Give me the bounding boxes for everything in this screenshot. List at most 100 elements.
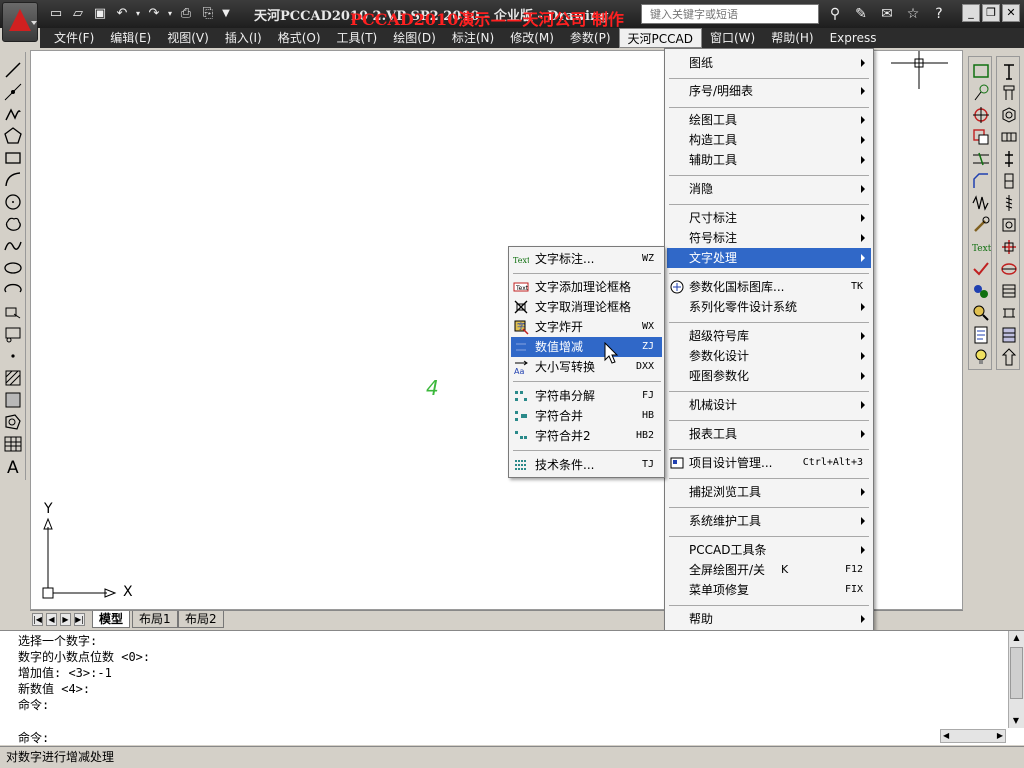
menu-item-case-convert[interactable]: Aa 大小写转换 DXX xyxy=(511,357,662,377)
scroll-left-icon[interactable]: ◀ xyxy=(943,730,949,742)
polygon-icon[interactable] xyxy=(3,126,23,146)
menu-item-auxiliary-tools[interactable]: 辅助工具 xyxy=(667,150,871,170)
menu-item-serial-part-design[interactable]: 系列化零件设计系统 xyxy=(667,297,871,317)
coupling-icon[interactable] xyxy=(999,325,1019,345)
plot-icon[interactable]: ⎙ xyxy=(176,5,196,23)
menu-item-construction-tools[interactable]: 构造工具 xyxy=(667,130,871,150)
menu-item-symbol-annotation[interactable]: 符号标注 xyxy=(667,228,871,248)
menu-item-project-management[interactable]: 项目设计管理... Ctrl+Alt+3 xyxy=(667,453,871,473)
menu-item-snap-browse-tools[interactable]: 捕捉浏览工具 xyxy=(667,482,871,502)
menu-format[interactable]: 格式(O) xyxy=(270,28,329,48)
menu-window[interactable]: 窗口(W) xyxy=(702,28,763,48)
menu-item-remove-theory-frame[interactable]: 文字取消理论框格 xyxy=(511,297,662,317)
help-question-icon[interactable]: ? xyxy=(928,3,950,25)
menu-item-drawing-sheet[interactable]: 图纸 xyxy=(667,53,871,73)
text-tool-icon[interactable]: Text xyxy=(971,237,992,257)
polyline-icon[interactable] xyxy=(3,104,23,124)
menu-item-fullscreen-toggle[interactable]: 全屏绘图开/关 K F12 xyxy=(667,560,871,580)
menu-item-drawing-tools[interactable]: 绘图工具 xyxy=(667,110,871,130)
multiline-text-icon[interactable]: A xyxy=(3,456,23,478)
menu-item-system-maintenance[interactable]: 系统维护工具 xyxy=(667,511,871,531)
menu-item-text-label[interactable]: Text 文字标注... WZ xyxy=(511,249,662,269)
menu-file[interactable]: 文件(F) xyxy=(46,28,102,48)
last-tab-icon[interactable]: ▶| xyxy=(74,613,85,626)
menu-item-report-tools[interactable]: 报表工具 xyxy=(667,424,871,444)
rivet-icon[interactable] xyxy=(999,61,1019,81)
menu-item-parametric-design[interactable]: 参数化设计 xyxy=(667,346,871,366)
key-icon[interactable] xyxy=(999,171,1019,191)
menu-item-balloon-bom[interactable]: 序号/明细表 xyxy=(667,81,871,101)
undo-dropdown-icon[interactable]: ▾ xyxy=(134,5,142,23)
menu-draw[interactable]: 绘图(D) xyxy=(385,28,444,48)
screw-icon[interactable] xyxy=(999,193,1019,213)
menu-item-parametric-library[interactable]: 参数化国标图库... TK xyxy=(667,277,871,297)
region-icon[interactable] xyxy=(3,412,23,432)
menu-item-add-theory-frame[interactable]: Text 文字添加理论框格 xyxy=(511,277,662,297)
undo-icon[interactable]: ↶ xyxy=(112,5,132,23)
communication-icon[interactable]: ✉ xyxy=(876,3,898,25)
table-icon[interactable] xyxy=(3,434,23,454)
make-block-icon[interactable] xyxy=(3,324,23,344)
rectangle-icon[interactable] xyxy=(3,148,23,168)
menu-edit[interactable]: 编辑(E) xyxy=(102,28,159,48)
menu-item-dimension[interactable]: 尺寸标注 xyxy=(667,208,871,228)
gradient-icon[interactable] xyxy=(3,390,23,410)
circle-icon[interactable] xyxy=(3,192,23,212)
bolt-icon[interactable] xyxy=(999,83,1019,103)
first-tab-icon[interactable]: |◀ xyxy=(32,613,43,626)
menu-item-char-merge2[interactable]: 字符合并2 HB2 xyxy=(511,426,662,446)
menu-view[interactable]: 视图(V) xyxy=(159,28,217,48)
redo-icon[interactable]: ↷ xyxy=(144,5,164,23)
menu-express[interactable]: Express xyxy=(822,28,885,48)
new-file-icon[interactable]: ▭ xyxy=(46,5,66,23)
hatch-icon[interactable] xyxy=(3,368,23,388)
break-line-icon[interactable] xyxy=(971,149,991,169)
publish-icon[interactable]: ⎘ xyxy=(198,5,218,23)
center-mark-icon[interactable] xyxy=(971,105,991,125)
menu-modify[interactable]: 修改(M) xyxy=(502,28,562,48)
menu-item-char-merge[interactable]: 字符合并 HB xyxy=(511,406,662,426)
command-scrollbar[interactable]: ▲ ▼ xyxy=(1008,631,1024,728)
spring-icon[interactable] xyxy=(971,193,991,213)
menu-insert[interactable]: 插入(I) xyxy=(217,28,270,48)
scroll-thumb[interactable] xyxy=(1010,647,1023,699)
scroll-down-icon[interactable]: ▼ xyxy=(1009,714,1023,728)
menu-item-mechanical-design[interactable]: 机械设计 xyxy=(667,395,871,415)
menu-help[interactable]: 帮助(H) xyxy=(763,28,821,48)
check-icon[interactable] xyxy=(971,259,991,279)
previous-tab-icon[interactable]: ◀ xyxy=(46,613,57,626)
wrench-icon[interactable]: ✎ xyxy=(850,3,872,25)
drawing-text-entity[interactable]: 4 xyxy=(426,376,439,400)
close-icon[interactable]: ✕ xyxy=(1002,4,1020,22)
restore-icon[interactable]: ❐ xyxy=(982,4,1000,22)
line-icon[interactable] xyxy=(3,60,23,80)
report-icon[interactable] xyxy=(971,325,991,345)
menu-item-pccad-help[interactable]: 帮助 xyxy=(667,609,871,629)
frame-icon[interactable] xyxy=(971,61,991,81)
menu-item-menu-repair[interactable]: 菜单项修复 FIX xyxy=(667,580,871,600)
balloon-icon[interactable] xyxy=(971,83,991,103)
menu-item-pccad-toolbars[interactable]: PCCAD工具条 xyxy=(667,540,871,560)
ellipse-icon[interactable] xyxy=(3,258,23,278)
construction-line-icon[interactable] xyxy=(3,82,23,102)
spring-pin-icon[interactable] xyxy=(999,215,1019,235)
bearing-icon[interactable] xyxy=(999,237,1019,257)
spline-icon[interactable] xyxy=(3,236,23,256)
flange-icon[interactable] xyxy=(999,347,1019,367)
menu-item-number-increment[interactable]: 数值增减 ZJ xyxy=(511,337,662,357)
menu-tools[interactable]: 工具(T) xyxy=(329,28,386,48)
menu-parametric[interactable]: 参数(P) xyxy=(562,28,619,48)
nut-icon[interactable] xyxy=(999,105,1019,125)
favorites-star-icon[interactable]: ☆ xyxy=(902,3,924,25)
help-search-field[interactable] xyxy=(641,4,819,24)
lightbulb-icon[interactable] xyxy=(971,347,991,367)
chamfer-icon[interactable] xyxy=(971,171,991,191)
hide-line-icon[interactable] xyxy=(971,127,991,147)
help-search-input[interactable] xyxy=(642,5,818,23)
tab-model[interactable]: 模型 xyxy=(92,611,131,628)
application-menu-button[interactable] xyxy=(2,2,38,42)
point-icon[interactable] xyxy=(3,346,23,366)
save-icon[interactable]: ▣ xyxy=(90,5,110,23)
menu-item-hide[interactable]: 消隐 xyxy=(667,179,871,199)
menu-dimension[interactable]: 标注(N) xyxy=(444,28,502,48)
